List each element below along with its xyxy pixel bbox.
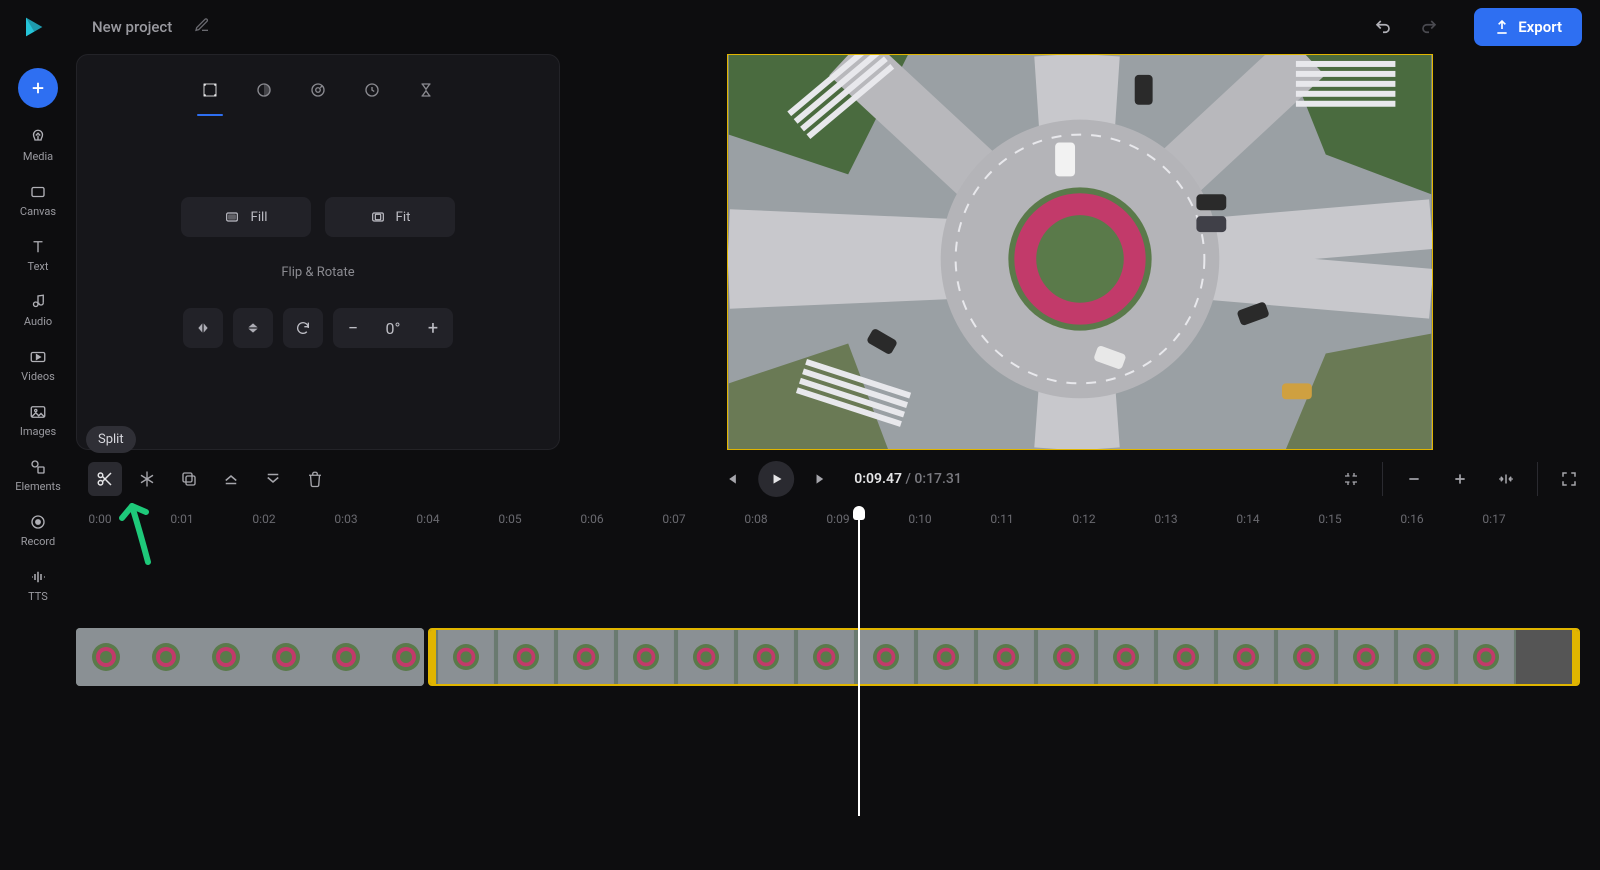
export-label: Export bbox=[1518, 18, 1562, 36]
sidebar-item-audio[interactable]: Audio bbox=[24, 293, 52, 328]
redo-button bbox=[1414, 12, 1444, 42]
flip-horizontal-button[interactable] bbox=[183, 308, 223, 348]
tab-duration[interactable] bbox=[415, 77, 437, 115]
ruler-tick: 0:06 bbox=[580, 512, 603, 526]
split-tooltip: Split bbox=[86, 426, 136, 453]
ruler-tick: 0:07 bbox=[662, 512, 685, 526]
sidebar-item-media[interactable]: Media bbox=[23, 128, 53, 163]
topbar: New project Export bbox=[0, 0, 1600, 54]
flip-vertical-button[interactable] bbox=[233, 308, 273, 348]
timeline-tools-right bbox=[1332, 462, 1586, 496]
project-name[interactable]: New project bbox=[92, 18, 172, 36]
sidebar-item-elements[interactable]: Elements bbox=[15, 458, 61, 493]
ruler-tick: 0:08 bbox=[744, 512, 767, 526]
export-button[interactable]: Export bbox=[1474, 8, 1582, 46]
ruler-tick: 0:01 bbox=[170, 512, 193, 526]
ruler-tick: 0:05 bbox=[498, 512, 521, 526]
tab-color[interactable] bbox=[253, 77, 275, 115]
sidebar-item-label: Text bbox=[28, 260, 49, 273]
flip-rotate-heading: Flip & Rotate bbox=[281, 265, 354, 280]
sidebar-item-label: Images bbox=[20, 425, 56, 438]
left-rail: Media Canvas Text Audio Videos Images El… bbox=[0, 54, 76, 870]
playback-controls: 0:09.47 / 0:17.31 bbox=[714, 461, 962, 497]
next-frame-button[interactable] bbox=[804, 462, 838, 496]
ruler-tick: 0:03 bbox=[334, 512, 357, 526]
ruler-tick: 0:00 bbox=[88, 512, 111, 526]
rotation-value: 0° bbox=[386, 319, 401, 338]
sidebar-item-tts[interactable]: TTS bbox=[28, 568, 48, 603]
sidebar-item-images[interactable]: Images bbox=[20, 403, 56, 438]
delete-button[interactable] bbox=[298, 462, 332, 496]
freeze-frame-button[interactable] bbox=[130, 462, 164, 496]
snap-toggle[interactable] bbox=[1334, 462, 1368, 496]
undo-button[interactable] bbox=[1368, 12, 1398, 42]
tab-filters[interactable] bbox=[307, 77, 329, 115]
sidebar-item-canvas[interactable]: Canvas bbox=[20, 183, 56, 218]
tab-speed[interactable] bbox=[361, 77, 383, 115]
timeline[interactable]: 0:00 0:01 0:02 0:03 0:04 0:05 0:06 0:07 … bbox=[76, 508, 1600, 808]
preview-image bbox=[728, 55, 1432, 449]
sidebar-item-label: Canvas bbox=[20, 205, 56, 218]
ruler-tick: 0:10 bbox=[908, 512, 931, 526]
layer-down-button[interactable] bbox=[256, 462, 290, 496]
sidebar-item-label: Videos bbox=[21, 370, 55, 383]
properties-panel: Fill Fit Flip & Rotate bbox=[76, 54, 560, 450]
sidebar-item-text[interactable]: Text bbox=[28, 238, 49, 273]
clip-handle-right[interactable] bbox=[1572, 630, 1578, 684]
fill-label: Fill bbox=[250, 210, 267, 225]
split-button[interactable] bbox=[88, 462, 122, 496]
rotation-stepper[interactable]: − 0° + bbox=[333, 308, 453, 348]
zoom-fit-button[interactable] bbox=[1489, 462, 1523, 496]
ruler-tick: 0:02 bbox=[252, 512, 275, 526]
timecode-current: 0:09.47 bbox=[854, 471, 902, 487]
rotate-button[interactable] bbox=[283, 308, 323, 348]
ruler-tick: 0:13 bbox=[1154, 512, 1177, 526]
zoom-in-button[interactable] bbox=[1443, 462, 1477, 496]
ruler-tick: 0:12 bbox=[1072, 512, 1095, 526]
workarea: Fill Fit Flip & Rotate bbox=[76, 54, 1600, 870]
tab-transform[interactable] bbox=[199, 77, 221, 115]
ruler-tick: 0:04 bbox=[416, 512, 439, 526]
timeline-clip-2[interactable] bbox=[428, 628, 1580, 686]
timecode-total: 0:17.31 bbox=[914, 471, 961, 487]
sidebar-item-label: Audio bbox=[24, 315, 52, 328]
timeline-toolbar: Split bbox=[76, 450, 1600, 508]
sidebar-item-videos[interactable]: Videos bbox=[21, 348, 55, 383]
timeline-tracks[interactable] bbox=[88, 628, 1580, 686]
playhead[interactable] bbox=[858, 512, 860, 816]
sidebar-item-label: TTS bbox=[28, 590, 48, 603]
rotation-decrease[interactable]: − bbox=[343, 318, 363, 339]
fullscreen-button[interactable] bbox=[1552, 462, 1586, 496]
layer-up-button[interactable] bbox=[214, 462, 248, 496]
duplicate-button[interactable] bbox=[172, 462, 206, 496]
zoom-out-button[interactable] bbox=[1397, 462, 1431, 496]
add-button[interactable] bbox=[18, 68, 58, 108]
ruler-tick: 0:14 bbox=[1236, 512, 1259, 526]
main: Media Canvas Text Audio Videos Images El… bbox=[0, 54, 1600, 870]
app-logo[interactable] bbox=[18, 12, 48, 42]
timecode: 0:09.47 / 0:17.31 bbox=[854, 471, 962, 487]
timeline-ruler[interactable]: 0:00 0:01 0:02 0:03 0:04 0:05 0:06 0:07 … bbox=[88, 508, 1580, 534]
rename-icon[interactable] bbox=[194, 17, 210, 37]
sidebar-item-record[interactable]: Record bbox=[21, 513, 55, 548]
video-preview[interactable] bbox=[727, 54, 1433, 450]
sidebar-item-label: Elements bbox=[15, 480, 61, 493]
fill-button[interactable]: Fill bbox=[181, 197, 311, 237]
sidebar-item-label: Record bbox=[21, 535, 55, 548]
rotation-increase[interactable]: + bbox=[423, 318, 443, 339]
ruler-tick: 0:09 bbox=[826, 512, 849, 526]
ruler-tick: 0:11 bbox=[990, 512, 1013, 526]
prev-frame-button[interactable] bbox=[714, 462, 748, 496]
fit-label: Fit bbox=[396, 210, 411, 225]
preview-area bbox=[560, 54, 1600, 450]
ruler-tick: 0:15 bbox=[1318, 512, 1341, 526]
panel-tabs bbox=[97, 73, 539, 129]
fit-button[interactable]: Fit bbox=[325, 197, 455, 237]
ruler-tick: 0:17 bbox=[1482, 512, 1505, 526]
sidebar-item-label: Media bbox=[23, 150, 53, 163]
timeline-tools-left: Split bbox=[88, 462, 332, 496]
play-button[interactable] bbox=[758, 461, 794, 497]
timeline-clip-1[interactable] bbox=[76, 628, 424, 686]
ruler-tick: 0:16 bbox=[1400, 512, 1423, 526]
